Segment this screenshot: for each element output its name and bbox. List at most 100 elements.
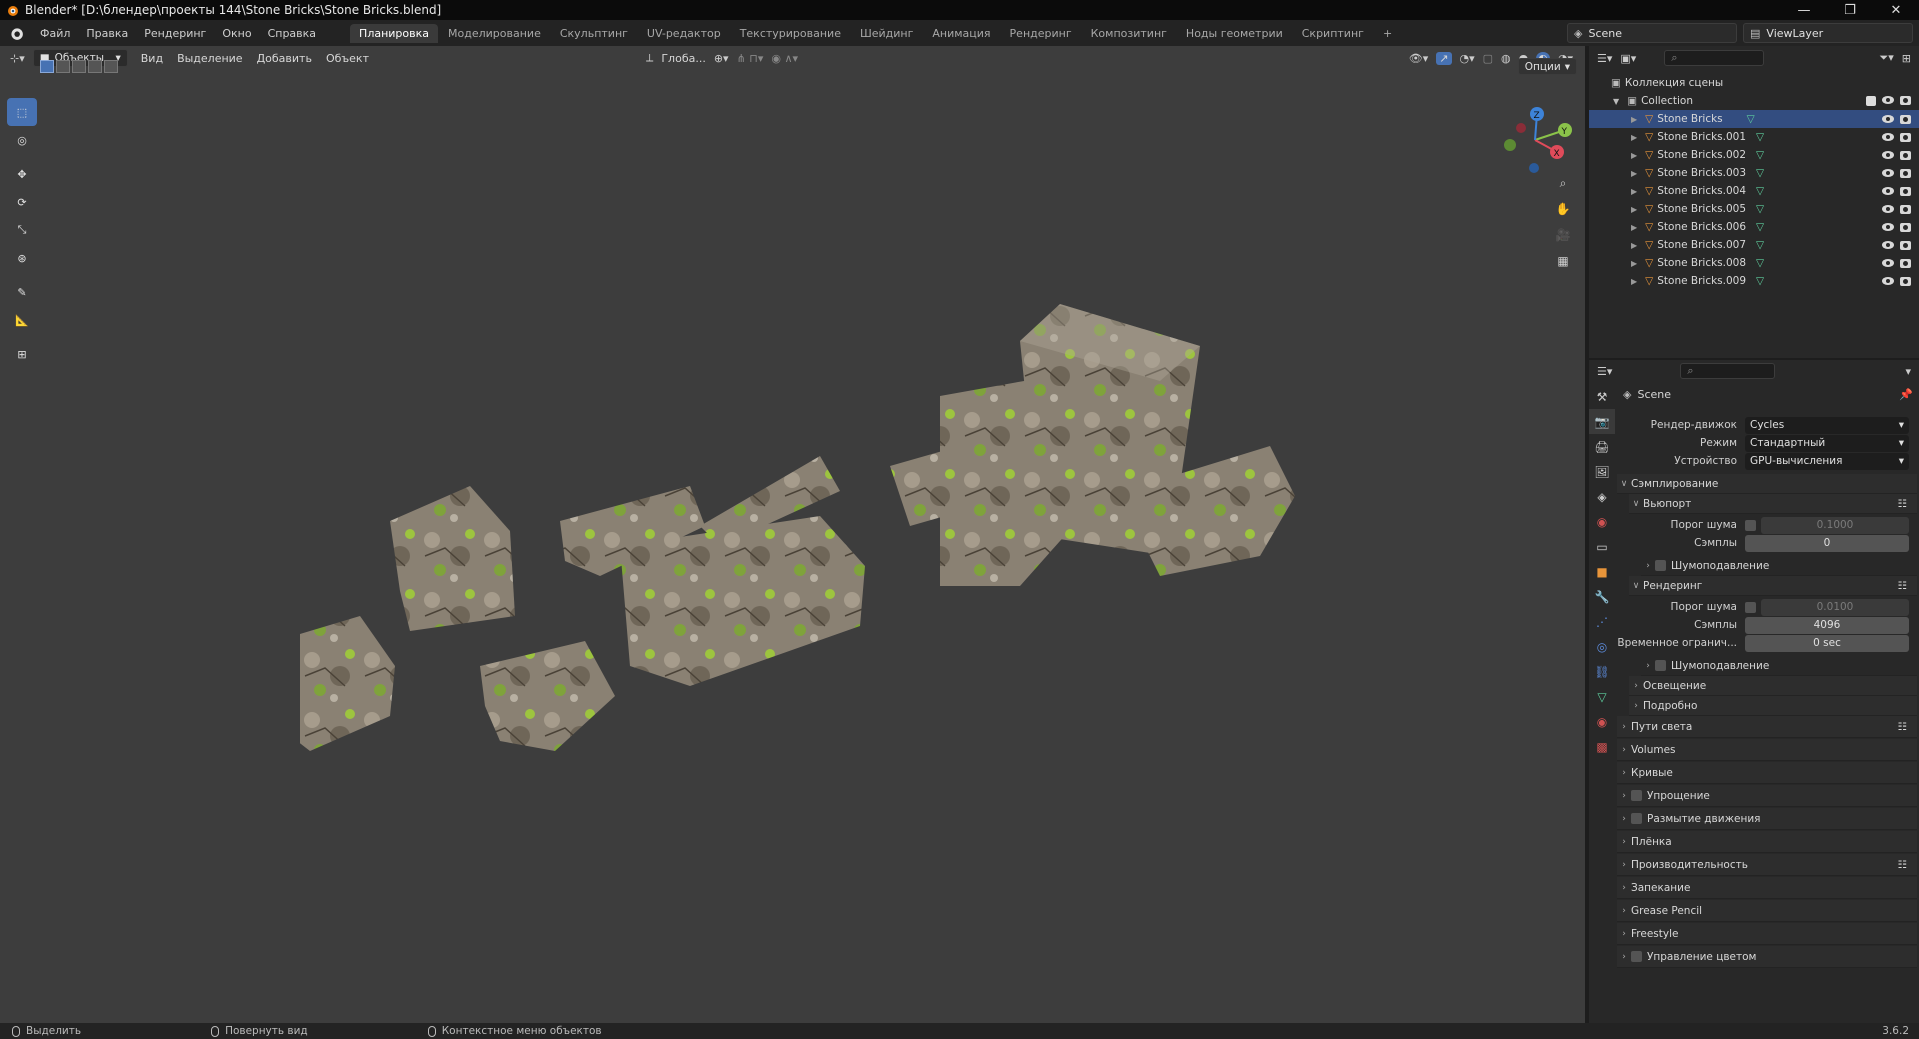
overlay-toggle-icon[interactable]: ◔▾ bbox=[1460, 52, 1475, 65]
navigation-gizmo[interactable]: Y X Z bbox=[1495, 100, 1575, 180]
view-layer-selector[interactable]: ▤ ViewLayer bbox=[1743, 23, 1913, 43]
render-panel-header[interactable]: › Grease Pencil bbox=[1617, 900, 1917, 922]
menu-render[interactable]: Рендеринг bbox=[136, 27, 214, 40]
mesh-data-icon[interactable]: ▽ bbox=[1756, 185, 1764, 197]
outliner-object-row[interactable]: ▶ ▽ Stone Bricks.007 ▽ bbox=[1589, 236, 1919, 254]
outliner-object-row[interactable]: ▶ ▽ Stone Bricks.005 ▽ bbox=[1589, 200, 1919, 218]
render-camera-icon[interactable] bbox=[1900, 150, 1911, 160]
filter-icon[interactable]: ⏷▾ bbox=[1879, 51, 1893, 65]
expand-arrow-icon[interactable]: ▶ bbox=[1631, 187, 1637, 196]
tab-constraints[interactable]: ⛓ bbox=[1589, 659, 1615, 684]
panel-enable-checkbox[interactable] bbox=[1631, 790, 1642, 801]
tab-scripting[interactable]: Скриптинг bbox=[1293, 24, 1373, 43]
zoom-view-button[interactable]: ⌕ bbox=[1552, 172, 1574, 194]
menu-view[interactable]: Вид bbox=[134, 52, 170, 65]
pan-view-button[interactable]: ✋ bbox=[1552, 198, 1574, 220]
outliner-object-row[interactable]: ▶ ▽ Stone Bricks.001 ▽ bbox=[1589, 128, 1919, 146]
tab-modeling[interactable]: Моделирование bbox=[439, 24, 550, 43]
tab-physics[interactable]: ◎ bbox=[1589, 634, 1615, 659]
render-camera-icon[interactable] bbox=[1900, 114, 1911, 124]
outliner-object-row[interactable]: ▶ ▽ Stone Bricks.006 ▽ bbox=[1589, 218, 1919, 236]
menu-select[interactable]: Выделение bbox=[170, 52, 250, 65]
add-cube-tool[interactable]: ⊞ bbox=[7, 340, 37, 368]
stone-brick[interactable] bbox=[390, 486, 515, 631]
render-camera-icon[interactable] bbox=[1900, 186, 1911, 196]
expand-arrow-icon[interactable]: ▶ bbox=[1631, 115, 1637, 124]
menu-add[interactable]: Добавить bbox=[250, 52, 319, 65]
editor-type-icon[interactable]: ☰▾ bbox=[1597, 365, 1612, 378]
render-panel-header[interactable]: › Запекание bbox=[1617, 877, 1917, 899]
tab-view-layer[interactable]: 🖼 bbox=[1589, 459, 1615, 484]
editor-type-icon[interactable]: ☰▾ bbox=[1597, 52, 1612, 65]
tab-modifiers[interactable]: 🔧 bbox=[1589, 584, 1615, 609]
minimize-button[interactable]: — bbox=[1781, 3, 1827, 18]
expand-arrow-icon[interactable]: ▶ bbox=[1631, 241, 1637, 250]
tab-data[interactable]: ▽ bbox=[1589, 684, 1615, 709]
exclude-checkbox[interactable] bbox=[1866, 96, 1876, 106]
viewport-denoise-subpanel[interactable]: › Шумоподавление bbox=[1641, 556, 1917, 576]
render-panel-header[interactable]: › Упрощение bbox=[1617, 785, 1917, 807]
select-extend-icon[interactable] bbox=[56, 60, 70, 73]
feature-set-dropdown[interactable]: Стандартный ▾ bbox=[1745, 434, 1909, 452]
eye-icon[interactable] bbox=[1882, 222, 1894, 231]
select-new-icon[interactable] bbox=[40, 60, 54, 73]
select-subtract-icon[interactable] bbox=[72, 60, 86, 73]
outliner-object-row[interactable]: ▶ ▽ Stone Bricks.008 ▽ bbox=[1589, 254, 1919, 272]
advanced-subpanel[interactable]: › Подробно bbox=[1629, 696, 1917, 716]
camera-view-button[interactable]: 🎥 bbox=[1552, 224, 1574, 246]
neg-y-axis-handle[interactable] bbox=[1504, 139, 1516, 151]
tab-rendering[interactable]: Рендеринг bbox=[1001, 24, 1081, 43]
cursor-tool[interactable]: ◎ bbox=[7, 126, 37, 154]
render-camera-icon[interactable] bbox=[1900, 240, 1911, 250]
time-limit-field[interactable]: 0 sec bbox=[1745, 634, 1909, 652]
xray-icon[interactable]: ▢ bbox=[1483, 52, 1493, 65]
scale-tool[interactable]: ⤡ bbox=[7, 216, 37, 244]
render-camera-icon[interactable] bbox=[1900, 258, 1911, 268]
outliner-object-row[interactable]: ▶ ▽ Stone Bricks.002 ▽ bbox=[1589, 146, 1919, 164]
stone-brick[interactable] bbox=[620, 516, 865, 686]
outliner-object-row[interactable]: ▶ ▽ Stone Bricks.009 ▽ bbox=[1589, 272, 1919, 290]
list-icon[interactable]: ☷ bbox=[1898, 859, 1907, 871]
eye-icon[interactable] bbox=[1882, 150, 1894, 159]
render-engine-dropdown[interactable]: Cycles ▾ bbox=[1745, 416, 1909, 434]
rotate-tool[interactable]: ⟳ bbox=[7, 188, 37, 216]
tab-material[interactable]: ◉ bbox=[1589, 709, 1615, 734]
tab-render[interactable]: 📷 bbox=[1589, 409, 1615, 434]
panel-enable-checkbox[interactable] bbox=[1631, 813, 1642, 824]
select-invert-icon[interactable] bbox=[88, 60, 102, 73]
mesh-data-icon[interactable]: ▽ bbox=[1756, 131, 1764, 143]
wireframe-shading-icon[interactable]: ◍ bbox=[1501, 52, 1511, 65]
expand-arrow-icon[interactable]: ▶ bbox=[1631, 151, 1637, 160]
noise-threshold-checkbox[interactable] bbox=[1745, 519, 1756, 531]
menu-edit[interactable]: Правка bbox=[78, 27, 136, 40]
tab-tool[interactable]: ⚒ bbox=[1589, 384, 1615, 409]
neg-x-axis-handle[interactable] bbox=[1516, 123, 1526, 133]
mesh-data-icon[interactable]: ▽ bbox=[1756, 203, 1764, 215]
device-dropdown[interactable]: GPU-вычисления ▾ bbox=[1745, 452, 1909, 470]
mesh-data-icon[interactable]: ▽ bbox=[1756, 221, 1764, 233]
snap-icon[interactable]: ⋔ ⊓▾ bbox=[737, 52, 764, 65]
tab-scene[interactable]: ◈ bbox=[1589, 484, 1615, 509]
eye-icon[interactable] bbox=[1882, 114, 1894, 123]
proportional-edit-icon[interactable]: ◉ ∧▾ bbox=[771, 52, 798, 65]
render-panel-header[interactable]: › Производительность ☷ bbox=[1617, 854, 1917, 876]
expand-arrow-icon[interactable]: ▶ bbox=[1631, 259, 1637, 268]
tab-texture-paint[interactable]: Текстурирование bbox=[731, 24, 850, 43]
noise-threshold-checkbox[interactable] bbox=[1745, 601, 1756, 613]
options-dropdown[interactable]: Опции ▾ bbox=[1517, 58, 1577, 75]
tab-particles[interactable]: ⋰ bbox=[1589, 609, 1615, 634]
render-denoise-checkbox[interactable] bbox=[1655, 660, 1666, 671]
3d-viewport[interactable]: ⊹▾ ■ Объекты ▾ Вид Выделение Добавить Об… bbox=[0, 46, 1585, 1023]
render-samples-field[interactable]: 4096 bbox=[1745, 616, 1909, 634]
expand-arrow-icon[interactable]: ▶ bbox=[1631, 277, 1637, 286]
visibility-icon[interactable]: 👁▾ bbox=[1409, 52, 1429, 65]
render-camera-icon[interactable] bbox=[1900, 168, 1911, 178]
annotate-tool[interactable]: ✎ bbox=[7, 278, 37, 306]
menu-window[interactable]: Окно bbox=[214, 27, 259, 40]
tab-world[interactable]: ◉ bbox=[1589, 509, 1615, 534]
render-camera-icon[interactable] bbox=[1900, 204, 1911, 214]
render-subpanel-header[interactable]: ∨ Рендеринг ☷ bbox=[1629, 576, 1917, 596]
properties-search-input[interactable]: ⌕ bbox=[1680, 363, 1776, 379]
tab-animation[interactable]: Анимация bbox=[923, 24, 999, 43]
eye-icon[interactable] bbox=[1882, 276, 1894, 285]
